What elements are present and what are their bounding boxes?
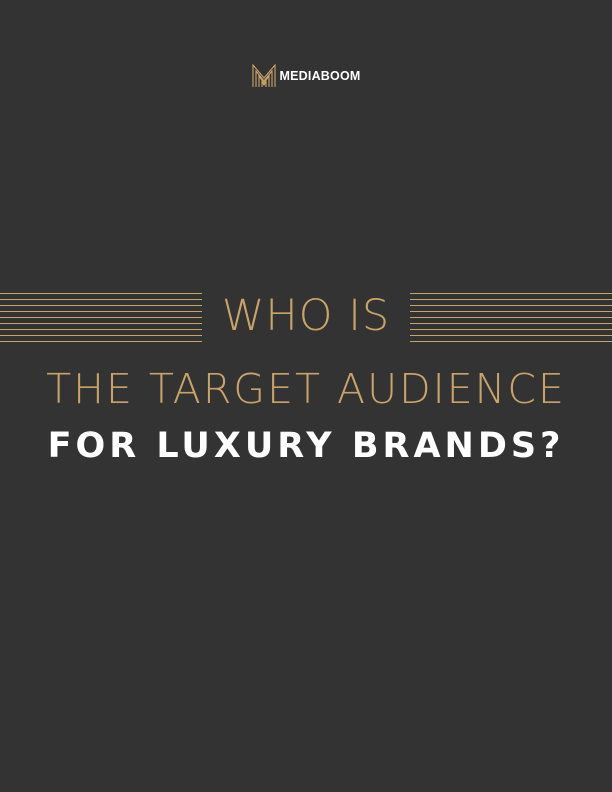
brand-name: MEDIABOOM [279,69,361,83]
title-line-1: WHO IS [221,291,391,341]
title-line-3: FOR LUXURY BRANDS? [47,426,565,466]
title-line-2: THE TARGET AUDIENCE [46,365,566,413]
brand-logo: MEDIABOOM [0,64,612,88]
m-logo-icon [251,64,276,87]
